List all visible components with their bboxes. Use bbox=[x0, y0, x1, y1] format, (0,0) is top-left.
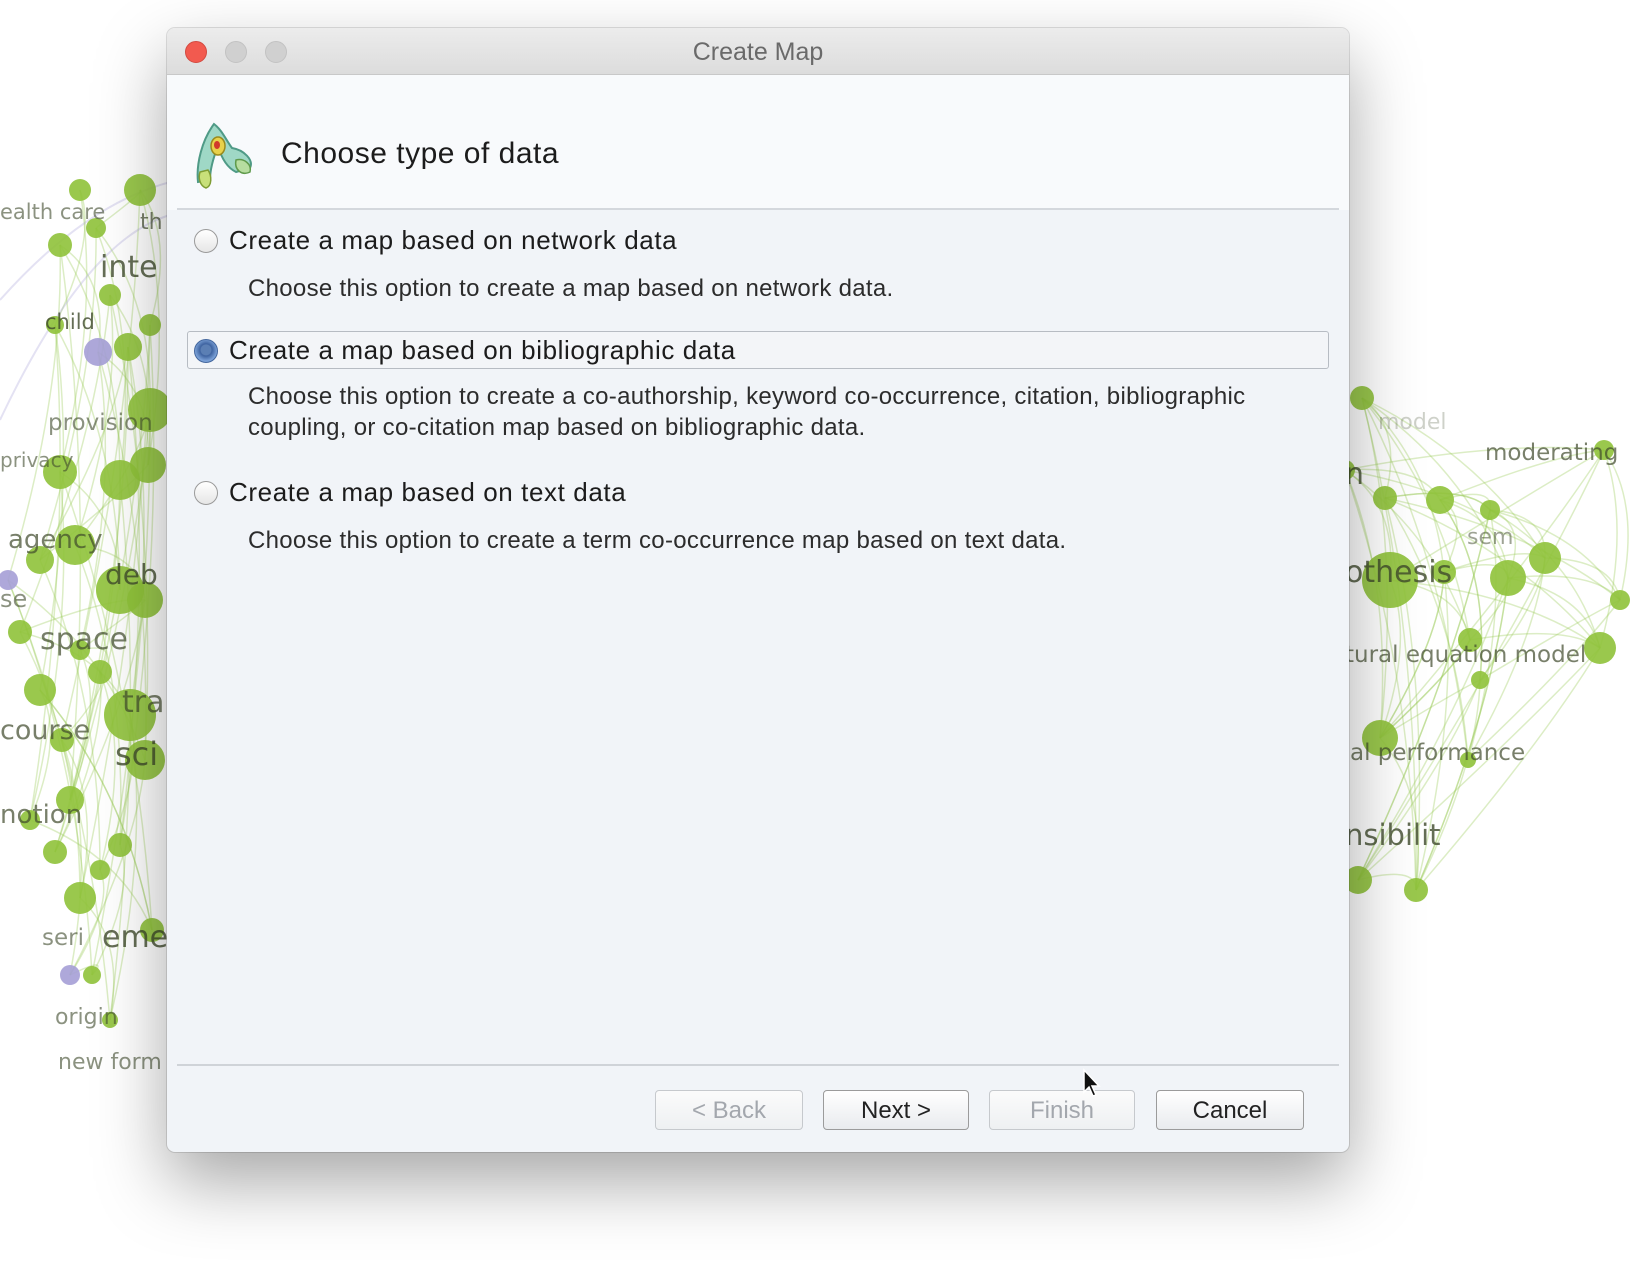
network-node-label: se bbox=[0, 585, 28, 613]
mouse-pointer-icon bbox=[1083, 1068, 1101, 1097]
option-bibliographic-description-line-1: Choose this option to create a co-author… bbox=[248, 383, 1246, 410]
network-node bbox=[1610, 590, 1630, 610]
network-node bbox=[88, 660, 112, 684]
network-node bbox=[83, 966, 101, 984]
network-node-label: seri bbox=[42, 925, 84, 951]
wizard-header: Choose type of data bbox=[167, 75, 1349, 210]
network-node bbox=[124, 174, 156, 206]
option-text-data[interactable]: Create a map based on text data Choose t… bbox=[187, 473, 1329, 554]
option-network-data[interactable]: Create a map based on network data Choos… bbox=[187, 221, 1329, 302]
network-node-label: tural equation model bbox=[1345, 642, 1587, 668]
network-node bbox=[108, 833, 132, 857]
vosviewer-logo-icon bbox=[196, 122, 252, 189]
option-text-description: Choose this option to create a term co-o… bbox=[248, 527, 1067, 554]
title-bar: Create Map bbox=[167, 28, 1349, 75]
network-node bbox=[99, 284, 121, 306]
network-node bbox=[43, 840, 67, 864]
network-node bbox=[84, 338, 112, 366]
network-node bbox=[1490, 560, 1526, 596]
network-node bbox=[48, 233, 72, 257]
radio-bibliographic-data[interactable] bbox=[194, 339, 218, 363]
network-node bbox=[130, 447, 166, 483]
radio-text-data[interactable] bbox=[194, 481, 218, 505]
network-node bbox=[139, 314, 161, 336]
network-node-label: origin bbox=[55, 1005, 118, 1030]
network-edge bbox=[1599, 449, 1618, 649]
next-button[interactable]: Next > bbox=[823, 1090, 969, 1130]
network-node bbox=[8, 620, 32, 644]
create-map-dialog: Create Map Choose type of data Create a … bbox=[167, 28, 1349, 1152]
option-bibliographic-data[interactable]: Create a map based on bibliographic data… bbox=[187, 331, 1329, 441]
network-node bbox=[24, 674, 56, 706]
radio-network-data[interactable] bbox=[194, 229, 218, 253]
network-node bbox=[1471, 671, 1489, 689]
network-node-label: deb bbox=[105, 558, 158, 591]
network-node-label: course bbox=[0, 715, 91, 746]
network-node bbox=[64, 882, 96, 914]
network-node bbox=[1529, 542, 1561, 574]
network-node-label: model bbox=[1378, 410, 1447, 435]
network-node-label: al performance bbox=[1350, 740, 1526, 766]
option-network-description: Choose this option to create a map based… bbox=[248, 275, 894, 302]
network-node bbox=[1404, 878, 1428, 902]
network-node bbox=[1350, 386, 1374, 410]
network-node-label: privacy bbox=[0, 448, 74, 472]
wizard-step-title: Choose type of data bbox=[281, 137, 560, 170]
network-edge bbox=[1415, 647, 1601, 891]
network-node-label: ealth care bbox=[0, 200, 106, 224]
option-text-row[interactable]: Create a map based on text data bbox=[187, 473, 1329, 511]
option-bibliographic-row[interactable]: Create a map based on bibliographic data bbox=[187, 331, 1329, 369]
cancel-button[interactable]: Cancel bbox=[1156, 1090, 1304, 1130]
option-network-label[interactable]: Create a map based on network data bbox=[229, 225, 677, 256]
network-node bbox=[1584, 632, 1616, 664]
network-node-label: moderating bbox=[1485, 440, 1619, 466]
network-node bbox=[1426, 486, 1454, 514]
network-node bbox=[69, 179, 91, 201]
network-node bbox=[60, 965, 80, 985]
network-node bbox=[90, 860, 110, 880]
header-divider bbox=[177, 208, 1339, 210]
option-text-label[interactable]: Create a map based on text data bbox=[229, 477, 626, 508]
footer-divider bbox=[177, 1064, 1339, 1066]
network-node-label: child bbox=[45, 310, 95, 334]
network-node-label: inte bbox=[100, 250, 158, 285]
option-bibliographic-label[interactable]: Create a map based on bibliographic data bbox=[229, 335, 736, 366]
option-bibliographic-description-line-2: coupling, or co-citation map based on bi… bbox=[248, 414, 866, 441]
window-title: Create Map bbox=[692, 38, 824, 66]
network-node-label: notion bbox=[0, 800, 83, 830]
network-node bbox=[1373, 486, 1397, 510]
network-node-label: sci bbox=[115, 735, 159, 773]
network-node-label: tra bbox=[122, 685, 165, 720]
option-network-row[interactable]: Create a map based on network data bbox=[187, 221, 1329, 259]
network-node-label: new form bbox=[58, 1050, 162, 1075]
network-node-label: nsibilit bbox=[1345, 818, 1441, 852]
network-edge bbox=[1415, 679, 1481, 891]
network-node bbox=[114, 333, 142, 361]
network-node-label: th bbox=[140, 210, 163, 235]
network-node bbox=[1480, 500, 1500, 520]
network-edge bbox=[1603, 449, 1629, 601]
network-node-label: othesis bbox=[1345, 555, 1453, 590]
network-node-label: space bbox=[40, 622, 129, 657]
network-node-label: sem bbox=[1467, 525, 1514, 550]
finish-button[interactable]: Finish bbox=[989, 1090, 1135, 1130]
back-button[interactable]: < Back bbox=[655, 1090, 803, 1130]
network-node-label: agency bbox=[8, 525, 103, 555]
network-node-label: provision bbox=[48, 410, 153, 436]
